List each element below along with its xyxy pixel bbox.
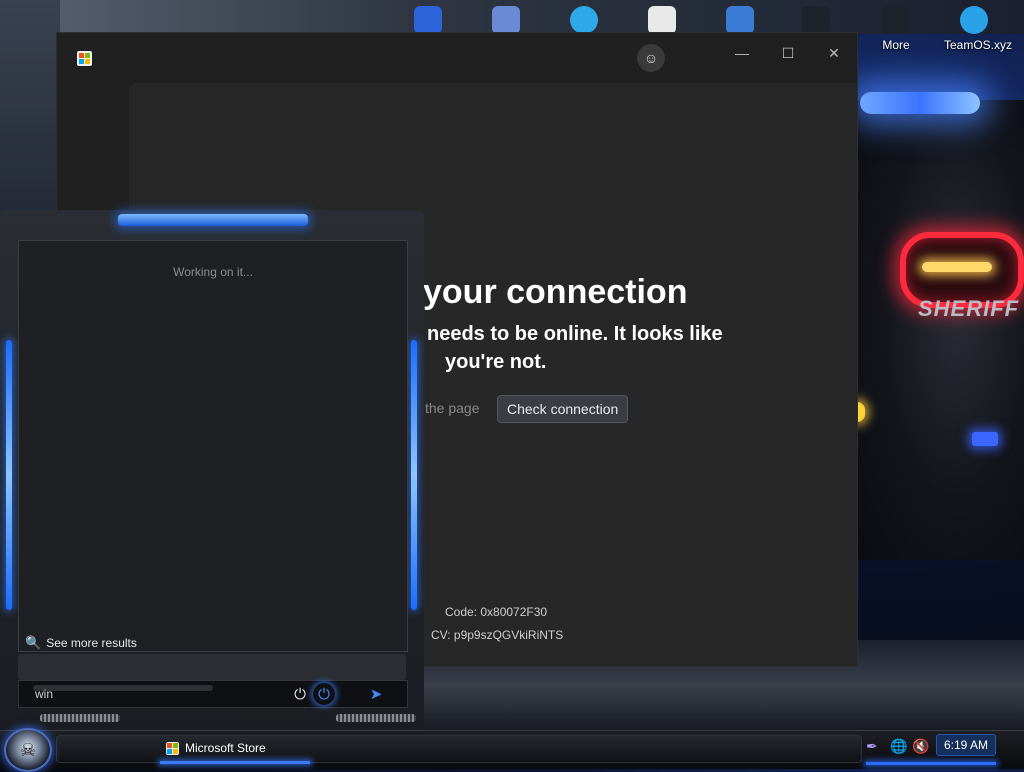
edge-icon — [960, 6, 988, 34]
error-title: your connection — [423, 273, 688, 311]
start-orb-icon: ☠ — [19, 739, 37, 760]
shutdown-button[interactable]: ⏻ — [313, 683, 335, 705]
start-search-box[interactable]: ⏻ ⏻ ➤ — [18, 680, 408, 708]
wallpaper-car — [857, 100, 1024, 560]
start-menu-left-glow — [6, 340, 12, 610]
store-icon — [77, 51, 92, 66]
minimize-button[interactable]: — — [719, 39, 765, 67]
close-button[interactable]: ✕ — [811, 39, 857, 67]
search-icon: 🔍 — [25, 635, 42, 650]
store-icon — [648, 6, 676, 34]
refresh-page-link[interactable]: the page — [425, 400, 480, 416]
edge-icon — [570, 6, 598, 34]
error-message-line1: needs to be online. It looks like — [427, 323, 723, 345]
wallpaper-blue-lamp — [972, 432, 998, 446]
start-menu-grip-left — [40, 714, 120, 722]
desktop-app-icon — [492, 6, 520, 34]
store-icon — [166, 741, 179, 755]
search-results-panel: Working on it... 🔍 See more results — [18, 240, 408, 652]
error-message-line2: you're not. — [445, 351, 547, 373]
wallpaper-police-light — [860, 92, 980, 114]
desktop-app-icon — [414, 6, 442, 34]
folder-icon — [882, 6, 910, 34]
see-more-results-label: See more results — [46, 636, 137, 650]
start-menu: Working on it... 🔍 See more results ⏻ ⏻ … — [0, 210, 424, 730]
start-menu-grip-right — [336, 714, 416, 722]
see-more-results[interactable]: 🔍 See more results — [25, 635, 137, 651]
power-icon[interactable]: ⏻ — [289, 683, 311, 705]
network-globe-icon[interactable]: 🌐 — [890, 738, 907, 755]
start-menu-divider-bar — [18, 654, 406, 680]
start-menu-top-glow — [118, 214, 308, 226]
store-titlebar[interactable]: ☺ — ☐ ✕ — [57, 33, 857, 83]
start-button[interactable]: ☠ — [4, 728, 52, 772]
taskbar-clock[interactable]: 6:19 AM — [936, 734, 996, 756]
search-status: Working on it... — [173, 265, 253, 279]
taskbar-active-indicator — [160, 761, 310, 764]
feather-icon[interactable]: ✒ — [866, 738, 878, 755]
start-menu-right-glow — [411, 340, 417, 610]
tray-glow-strip — [866, 762, 996, 765]
power-options-arrow-icon[interactable]: ➤ — [365, 683, 387, 705]
desktop-app-icon — [802, 6, 830, 34]
maximize-button[interactable]: ☐ — [765, 39, 811, 67]
search-input[interactable] — [33, 685, 217, 703]
taskbar-item-microsoft-store[interactable]: Microsoft Store — [166, 736, 266, 760]
taskbar-item-label: Microsoft Store — [185, 741, 266, 755]
desktop-icon-label: More — [882, 38, 910, 52]
error-code: Code: 0x80072F30 — [445, 605, 548, 619]
desktop-icon-teamos[interactable]: TeamOS.xyz — [944, 6, 1013, 52]
account-icon[interactable]: ☺ — [637, 44, 665, 72]
wallpaper-taillight-core — [922, 262, 992, 272]
correlation-vector: CV: p9p9szQGVkiRiNTS — [431, 628, 564, 642]
desktop-app-icon — [726, 6, 754, 34]
wallpaper-sheriff-text: SHERIFF — [918, 296, 1020, 321]
desktop-icon-label: TeamOS.xyz — [944, 38, 1013, 52]
volume-muted-icon[interactable]: 🔇 — [912, 738, 929, 755]
check-connection-button[interactable]: Check connection — [497, 395, 629, 423]
desktop-icon-more[interactable]: More — [866, 6, 926, 52]
